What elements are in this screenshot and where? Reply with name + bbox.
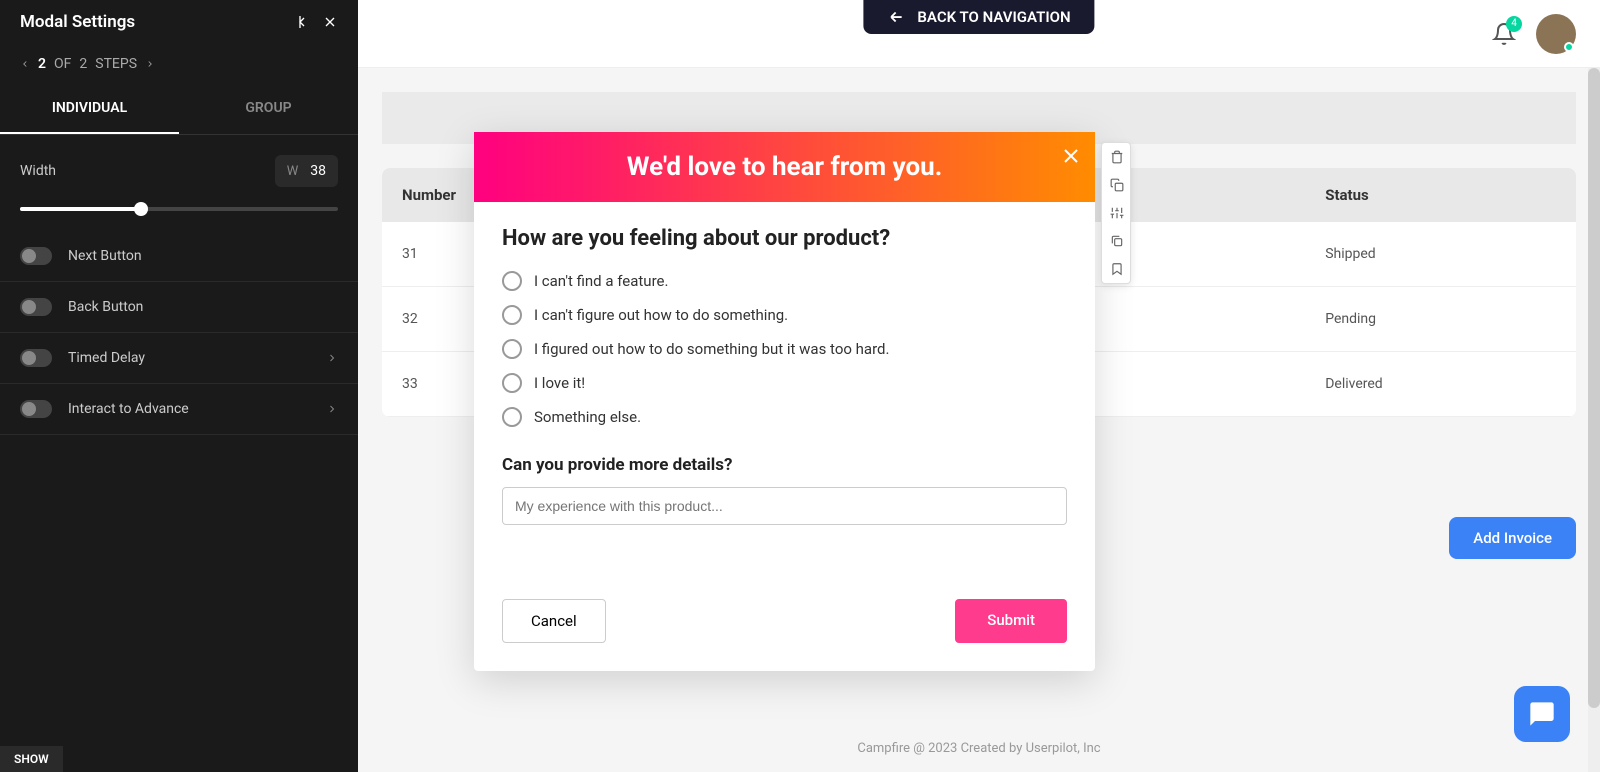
element-toolbar [1101, 142, 1131, 284]
bookmark-tool[interactable] [1102, 255, 1132, 283]
trash-icon [1110, 150, 1124, 164]
toggle-timed-delay[interactable] [20, 349, 52, 367]
radio-label: Something else. [534, 408, 641, 426]
sidebar-header: Modal Settings [0, 0, 358, 44]
modal-question-2: Can you provide more details? [502, 455, 1067, 475]
tab-group[interactable]: GROUP [179, 84, 358, 134]
radio-option[interactable]: I figured out how to do something but it… [502, 339, 1067, 359]
sidebar-title: Modal Settings [20, 12, 135, 32]
chat-widget[interactable] [1514, 686, 1570, 742]
cell-status: Shipped [1325, 246, 1556, 262]
copy-tool[interactable] [1102, 171, 1132, 199]
radio-input[interactable] [502, 271, 522, 291]
layers-icon [1110, 234, 1124, 248]
slider-fill [20, 207, 141, 211]
modal-banner: We'd love to hear from you. [474, 132, 1095, 202]
setting-label: Timed Delay [68, 350, 145, 366]
setting-timed-delay[interactable]: Timed Delay [0, 333, 358, 384]
collapse-icon[interactable] [294, 14, 310, 30]
step-of: OF [54, 56, 71, 72]
step-navigation: 2 OF 2 STEPS [0, 44, 358, 84]
show-button[interactable]: SHOW [0, 746, 63, 772]
width-control: Width W 38 [0, 135, 358, 207]
cell-status: Pending [1325, 311, 1556, 327]
status-indicator [1564, 42, 1574, 52]
radio-option[interactable]: Something else. [502, 407, 1067, 427]
radio-input[interactable] [502, 407, 522, 427]
radio-input[interactable] [502, 373, 522, 393]
modal-body: How are you feeling about our product? I… [474, 202, 1095, 549]
toggle-back-button[interactable] [20, 298, 52, 316]
toggle-interact-advance[interactable] [20, 400, 52, 418]
scrollbar-thumb[interactable] [1588, 68, 1600, 708]
notification-area: 4 [1492, 14, 1576, 54]
radio-label: I figured out how to do something but it… [534, 340, 889, 358]
setting-interact-advance[interactable]: Interact to Advance [0, 384, 358, 435]
setting-label: Back Button [68, 299, 143, 315]
radio-label: I love it! [534, 374, 585, 392]
chevron-left-icon[interactable] [20, 59, 30, 69]
add-invoice-button[interactable]: Add Invoice [1449, 517, 1576, 559]
col-header-status: Status [1325, 186, 1556, 204]
radio-label: I can't figure out how to do something. [534, 306, 788, 324]
step-current: 2 [38, 56, 46, 72]
width-label: Width [20, 163, 56, 179]
width-unit: W [287, 164, 299, 179]
sliders-icon [1110, 206, 1124, 220]
bookmark-icon [1110, 262, 1124, 276]
step-total: 2 [79, 56, 87, 72]
width-value: 38 [310, 163, 326, 179]
scrollbar[interactable] [1588, 68, 1600, 772]
radio-option[interactable]: I can't figure out how to do something. [502, 305, 1067, 325]
setting-back-button: Back Button [0, 282, 358, 333]
tab-individual[interactable]: INDIVIDUAL [0, 84, 179, 134]
notification-bell[interactable]: 4 [1492, 22, 1516, 46]
slider-thumb[interactable] [134, 202, 148, 216]
notification-badge: 4 [1506, 16, 1522, 32]
radio-input[interactable] [502, 305, 522, 325]
copy-icon [1110, 178, 1124, 192]
sidebar-tabs: INDIVIDUAL GROUP [0, 84, 358, 135]
settings-tool[interactable] [1102, 199, 1132, 227]
toggle-next-button[interactable] [20, 247, 52, 265]
chevron-right-icon [326, 352, 338, 364]
width-slider-wrap [0, 207, 358, 231]
radio-label: I can't find a feature. [534, 272, 668, 290]
footer-text: Campfire @ 2023 Created by Userpilot, In… [857, 741, 1100, 756]
setting-label: Next Button [68, 248, 142, 264]
radio-option[interactable]: I can't find a feature. [502, 271, 1067, 291]
chevron-right-icon [326, 403, 338, 415]
survey-modal: We'd love to hear from you. How are you … [474, 132, 1095, 671]
user-avatar[interactable] [1536, 14, 1576, 54]
width-slider[interactable] [20, 207, 338, 211]
cancel-button[interactable]: Cancel [502, 599, 606, 643]
setting-next-button: Next Button [0, 231, 358, 282]
top-bar: BACK TO NAVIGATION 4 [358, 0, 1600, 68]
modal-actions: Cancel Submit [474, 599, 1095, 671]
submit-button[interactable]: Submit [955, 599, 1067, 643]
cell-status: Delivered [1325, 376, 1556, 392]
settings-sidebar: Modal Settings 2 OF 2 STEPS INDIVIDUAL G… [0, 0, 358, 772]
setting-label: Interact to Advance [68, 401, 189, 417]
duplicate-tool[interactable] [1102, 227, 1132, 255]
radio-input[interactable] [502, 339, 522, 359]
arrow-left-icon [887, 8, 905, 26]
chevron-right-icon[interactable] [145, 59, 155, 69]
chat-icon [1528, 700, 1556, 728]
details-input[interactable] [502, 487, 1067, 525]
modal-banner-text: We'd love to hear from you. [627, 152, 943, 182]
step-label: STEPS [95, 56, 137, 72]
close-icon[interactable] [322, 14, 338, 30]
back-nav-label: BACK TO NAVIGATION [917, 8, 1070, 26]
modal-close-button[interactable] [1059, 144, 1083, 168]
delete-tool[interactable] [1102, 143, 1132, 171]
back-to-navigation-button[interactable]: BACK TO NAVIGATION [863, 0, 1094, 34]
modal-question-1: How are you feeling about our product? [502, 226, 1067, 251]
radio-option[interactable]: I love it! [502, 373, 1067, 393]
width-value-box[interactable]: W 38 [275, 155, 338, 187]
